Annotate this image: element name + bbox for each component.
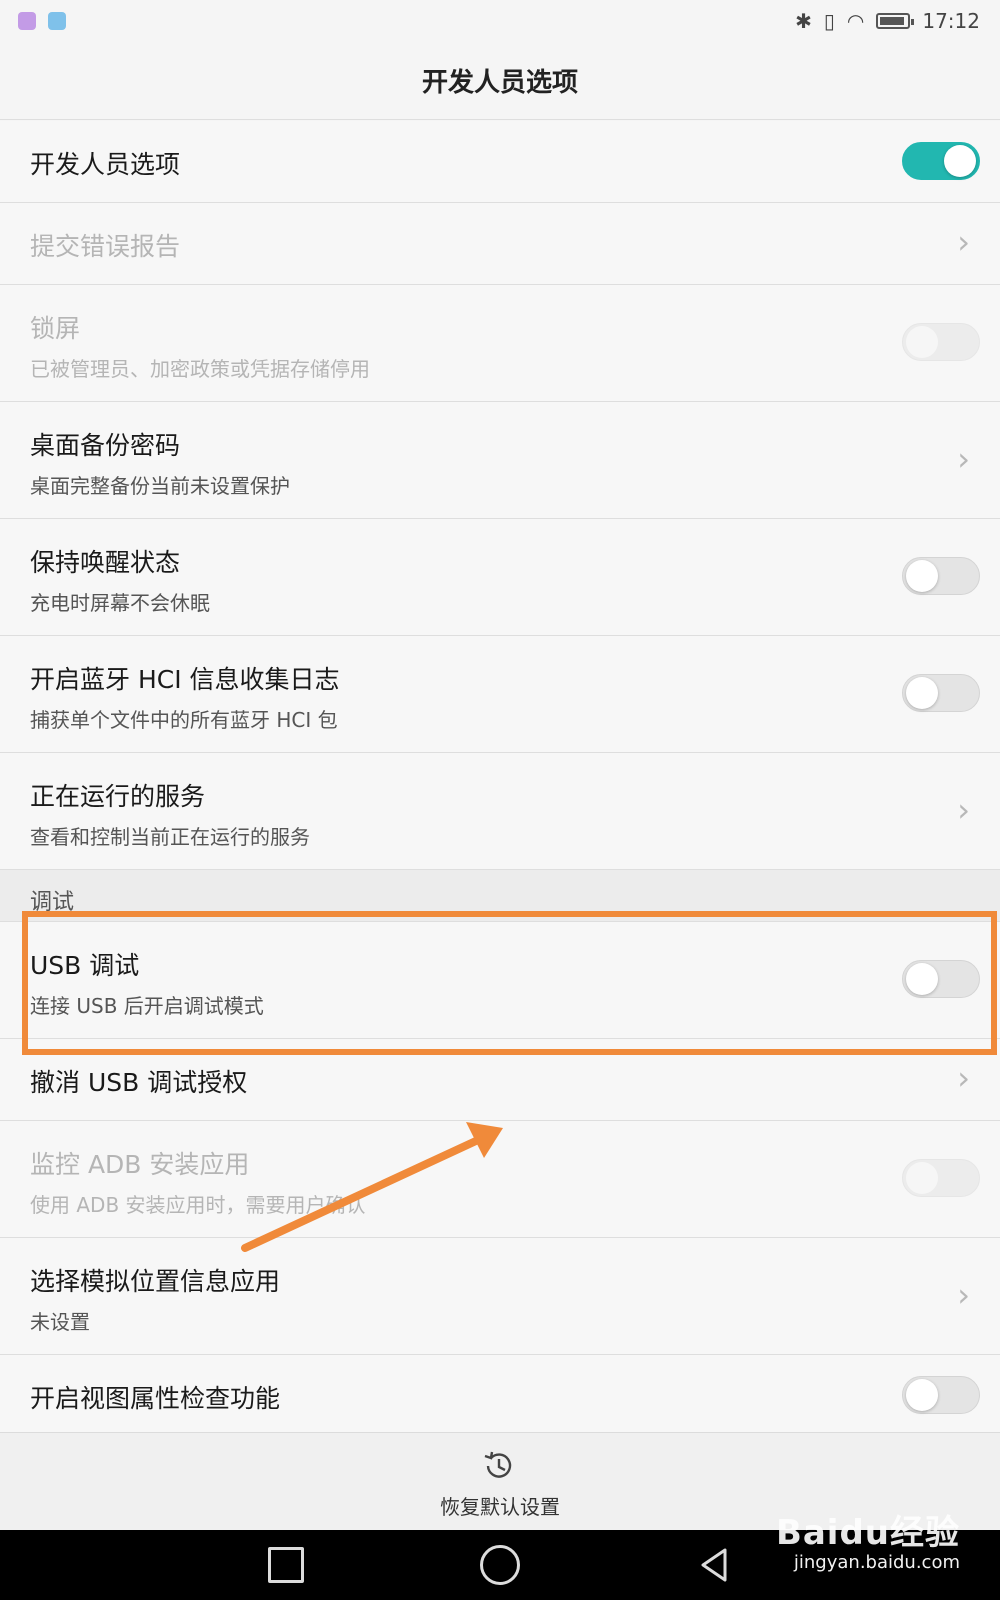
home-button[interactable] (480, 1545, 520, 1585)
toggle-knob (906, 326, 938, 358)
bluetooth-icon: ✱ (795, 9, 812, 33)
stay-awake-toggle[interactable] (902, 557, 980, 595)
row-title: 监控 ADB 安装应用 (30, 1150, 250, 1179)
status-icons: ✱ ▯ ◠ 17:12 (795, 6, 980, 36)
restore-history-icon[interactable] (480, 1447, 518, 1485)
watermark: Baidu经验 jingyan.baidu.com (776, 1505, 960, 1573)
monitor-adb-toggle[interactable] (902, 1159, 980, 1197)
view-attribute-toggle[interactable] (902, 1376, 980, 1414)
toggle-knob (906, 963, 938, 995)
row-subtitle: 未设置 (30, 1310, 90, 1334)
toggle-knob (906, 677, 938, 709)
chevron-right-icon: › (957, 791, 970, 829)
row-bug-report[interactable]: 提交错误报告 › (0, 203, 1000, 285)
row-subtitle: 已被管理员、加密政策或凭据存储停用 (30, 357, 370, 381)
row-title: 撤消 USB 调试授权 (30, 1068, 248, 1097)
row-subtitle: 连接 USB 后开启调试模式 (30, 994, 264, 1018)
chevron-right-icon: › (957, 1276, 970, 1314)
bluetooth-hci-toggle[interactable] (902, 674, 980, 712)
row-backup-password[interactable]: 桌面备份密码 桌面完整备份当前未设置保护 › (0, 402, 1000, 519)
row-revoke-usb-auth[interactable]: 撤消 USB 调试授权 › (0, 1039, 1000, 1121)
toggle-knob (944, 145, 976, 177)
row-subtitle: 捕获单个文件中的所有蓝牙 HCI 包 (30, 708, 338, 732)
toggle-knob (906, 1162, 938, 1194)
usb-debugging-toggle[interactable] (902, 960, 980, 998)
row-title: 提交错误报告 (30, 232, 181, 261)
row-subtitle: 桌面完整备份当前未设置保护 (30, 474, 290, 498)
row-stay-awake[interactable]: 保持唤醒状态 充电时屏幕不会休眠 (0, 519, 1000, 636)
title-bar: 开发人员选项 (0, 42, 1000, 120)
row-title: USB 调试 (30, 951, 140, 980)
info-app-icon (48, 12, 66, 30)
toggle-knob (906, 1379, 938, 1411)
row-title: 保持唤醒状态 (30, 548, 181, 577)
row-title: 开发人员选项 (30, 150, 181, 179)
developer-options-toggle[interactable] (902, 142, 980, 180)
row-title: 开启蓝牙 HCI 信息收集日志 (30, 665, 340, 694)
row-subtitle: 充电时屏幕不会休眠 (30, 591, 210, 615)
vibrate-icon: ▯ (823, 9, 835, 33)
chevron-right-icon: › (957, 1059, 970, 1097)
chevron-right-icon: › (957, 223, 970, 261)
section-header-debug: 调试 (0, 870, 1000, 922)
watermark-brand: Baidu经验 (775, 1513, 960, 1553)
row-developer-options[interactable]: 开发人员选项 (0, 121, 1000, 203)
recents-button[interactable] (268, 1547, 304, 1583)
row-subtitle: 查看和控制当前正在运行的服务 (30, 825, 310, 849)
lock-screen-toggle[interactable] (902, 323, 980, 361)
row-lock-screen[interactable]: 锁屏 已被管理员、加密政策或凭据存储停用 (0, 285, 1000, 402)
row-view-attribute-inspection[interactable]: 开启视图属性检查功能 (0, 1355, 1000, 1437)
toggle-knob (906, 560, 938, 592)
page-title: 开发人员选项 (421, 68, 578, 98)
row-title: 正在运行的服务 (30, 782, 206, 811)
row-title: 开启视图属性检查功能 (30, 1384, 281, 1413)
wifi-icon: ◠ (846, 9, 865, 33)
status-bar: ✱ ▯ ◠ 17:12 (0, 0, 1000, 42)
gallery-app-icon (18, 12, 36, 30)
row-title: 选择模拟位置信息应用 (30, 1267, 281, 1296)
row-monitor-adb-install[interactable]: 监控 ADB 安装应用 使用 ADB 安装应用时，需要用户确认 (0, 1121, 1000, 1238)
watermark-url: jingyan.baidu.com (793, 1552, 960, 1573)
row-title: 桌面备份密码 (30, 431, 181, 460)
settings-list: 开发人员选项 提交错误报告 › 锁屏 已被管理员、加密政策或凭据存储停用 桌面备… (0, 121, 1000, 1437)
row-title: 锁屏 (30, 314, 81, 343)
back-button[interactable] (695, 1545, 735, 1585)
status-time: 17:12 (922, 9, 980, 33)
row-mock-location-app[interactable]: 选择模拟位置信息应用 未设置 › (0, 1238, 1000, 1355)
battery-icon (876, 13, 915, 29)
chevron-right-icon: › (957, 440, 970, 478)
row-usb-debugging[interactable]: USB 调试 连接 USB 后开启调试模式 (0, 922, 1000, 1039)
row-running-services[interactable]: 正在运行的服务 查看和控制当前正在运行的服务 › (0, 753, 1000, 870)
section-label: 调试 (30, 890, 75, 915)
row-bluetooth-hci-log[interactable]: 开启蓝牙 HCI 信息收集日志 捕获单个文件中的所有蓝牙 HCI 包 (0, 636, 1000, 753)
row-subtitle: 使用 ADB 安装应用时，需要用户确认 (30, 1193, 366, 1217)
